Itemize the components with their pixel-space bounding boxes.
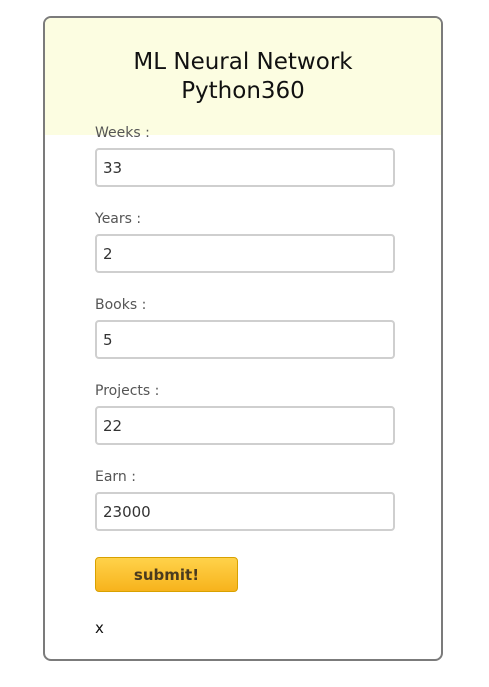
years-input[interactable]: [95, 234, 395, 273]
earn-label: Earn :: [95, 469, 136, 485]
weeks-input[interactable]: [95, 148, 395, 187]
submit-button[interactable]: submit!: [95, 557, 238, 592]
title-line-1: ML Neural Network: [133, 49, 353, 75]
years-label: Years :: [95, 211, 142, 227]
result-text: x: [95, 619, 104, 637]
header-panel: ML Neural Network Python360: [45, 18, 441, 135]
weeks-label: Weeks :: [95, 125, 150, 141]
form-card: ML Neural Network Python360 Weeks : Year…: [43, 16, 443, 661]
title-line-2: Python360: [181, 78, 305, 104]
books-label: Books :: [95, 297, 147, 313]
books-input[interactable]: [95, 320, 395, 359]
projects-label: Projects :: [95, 383, 160, 399]
projects-input[interactable]: [95, 406, 395, 445]
page-title: ML Neural Network Python360: [45, 48, 441, 106]
earn-input[interactable]: [95, 492, 395, 531]
